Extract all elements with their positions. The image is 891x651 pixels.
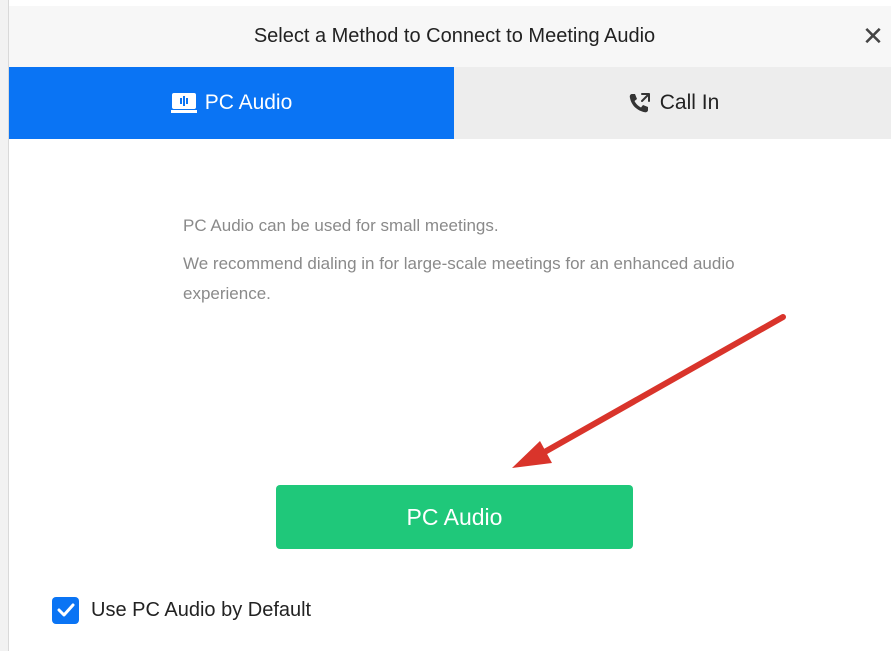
window-edge xyxy=(0,0,9,651)
audio-connect-dialog: Select a Method to Connect to Meeting Au… xyxy=(9,6,891,651)
description-line-1: PC Audio can be used for small meetings. xyxy=(183,216,499,235)
tab-call-in[interactable]: Call In xyxy=(454,67,891,139)
checkbox-checked-icon[interactable] xyxy=(52,596,79,624)
pc-audio-description: PC Audio can be used for small meetings.… xyxy=(183,211,763,309)
window: Select a Method to Connect to Meeting Au… xyxy=(0,0,891,651)
tab-pc-audio-label: PC Audio xyxy=(204,91,293,114)
use-pc-audio-default-label: Use PC Audio by Default xyxy=(91,598,312,621)
title-bar: Select a Method to Connect to Meeting Au… xyxy=(9,6,891,67)
tab-pc-audio[interactable]: PC Audio xyxy=(9,67,454,139)
computer-audio-icon xyxy=(170,92,197,114)
phone-call-icon xyxy=(626,92,652,114)
description-line-2: We recommend dialing in for large-scale … xyxy=(183,254,735,303)
tab-call-in-label: Call In xyxy=(659,91,720,114)
use-pc-audio-default-option[interactable]: Use PC Audio by Default xyxy=(52,595,311,625)
join-pc-audio-button[interactable]: PC Audio xyxy=(276,485,633,549)
close-icon[interactable]: ✕ xyxy=(860,23,886,49)
audio-method-tabs: PC Audio Call In xyxy=(9,67,891,139)
dialog-title: Select a Method to Connect to Meeting Au… xyxy=(253,25,656,47)
